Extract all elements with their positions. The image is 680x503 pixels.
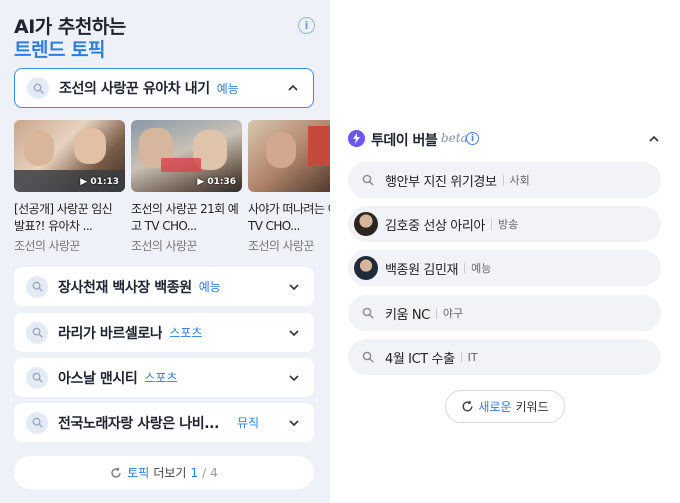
new-keyword-label: 키워드 [515, 400, 549, 414]
search-icon [26, 321, 48, 344]
topic-category: 예능 [216, 81, 239, 96]
video-title[interactable]: 사야가 떠나려는 이유 TV CHO... [248, 201, 330, 235]
page-current: 1 [190, 465, 199, 480]
keyword-category: 야구 [442, 307, 464, 320]
more-topics-button[interactable]: 토픽 더보기 1 / 4 [14, 456, 314, 489]
info-icon[interactable]: i [298, 17, 315, 34]
search-icon [362, 351, 374, 363]
video-source: 조선의 사랑꾼 [248, 239, 314, 253]
new-keyword-label-blue: 새로운 [478, 400, 512, 414]
search-icon [362, 174, 374, 186]
video-item[interactable]: ▶ 01:36 조선의 사랑꾼 21회 예고 TV CHO... 조선의 사랑꾼 [131, 120, 242, 254]
keyword-category: IT [467, 350, 478, 364]
chevron-up-icon[interactable] [287, 82, 299, 94]
refresh-icon [462, 400, 473, 412]
avatar [354, 256, 378, 280]
keyword-category: 방송 [497, 218, 519, 231]
keyword-item[interactable]: 백종원 김민재 예능 [348, 250, 661, 286]
chevron-down-icon[interactable] [288, 327, 300, 339]
today-bubble-panel: 투데이 버블 beta i 행안부 지진 위기경보 사회 김호중 선상 아리아 … [330, 0, 680, 503]
topic-title: 장사천재 백사장 백종원 [58, 279, 192, 296]
divider [435, 307, 437, 319]
keyword-text: 키움 NC [385, 307, 430, 323]
beta-label: beta [441, 131, 468, 145]
bubble-title: 투데이 버블 [371, 133, 438, 149]
video-thumbnail[interactable]: ▶ 01:36 [131, 120, 242, 192]
avatar [354, 212, 378, 236]
video-thumbnail[interactable] [248, 120, 330, 192]
search-icon [27, 77, 49, 99]
video-source: 조선의 사랑꾼 [131, 239, 197, 253]
keyword-text: 백종원 김민재 [385, 262, 459, 278]
keyword-item[interactable]: 4월 ICT 수출 IT [348, 339, 661, 375]
keyword-category: 사회 [509, 174, 530, 187]
video-item[interactable]: ▶ 01:13 [선공개] 사랑꾼 임신 발표?! 유아차 ... 조선의 사랑… [14, 120, 125, 254]
chevron-down-icon[interactable] [288, 281, 300, 293]
keyword-text: 김호중 선상 아리아 [385, 218, 485, 234]
search-icon [26, 275, 48, 298]
page-total: 4 [210, 465, 218, 480]
lightning-icon [348, 130, 365, 147]
keyword-text: 4월 ICT 수출 [385, 351, 455, 367]
search-icon [26, 366, 48, 389]
topic-card[interactable]: 전국노래자랑 사랑은 나비... 뮤직 [14, 403, 314, 442]
new-keyword-button[interactable]: 새로운 키워드 [445, 390, 565, 423]
page-separator: / [202, 465, 207, 480]
topic-category: 스포츠 [169, 326, 203, 340]
chevron-down-icon[interactable] [288, 372, 300, 384]
more-label: 더보기 [153, 466, 187, 480]
topic-title: 전국노래자랑 사랑은 나비... [58, 415, 219, 432]
topic-category: 예능 [198, 280, 221, 294]
topic-card-expanded[interactable]: 조선의 사랑꾼 유아차 내기 예능 [14, 68, 314, 108]
chevron-down-icon[interactable] [288, 417, 300, 429]
info-icon[interactable]: i [466, 132, 479, 145]
video-title[interactable]: 조선의 사랑꾼 21회 예고 TV CHO... [131, 201, 242, 235]
keyword-category: 예능 [471, 262, 492, 275]
chevron-up-icon[interactable] [648, 133, 660, 145]
topic-title: 조선의 사랑꾼 유아차 내기 [59, 81, 210, 97]
search-icon [26, 411, 48, 434]
video-duration: ▶ 01:36 [197, 177, 236, 187]
topic-card[interactable]: 아스날 맨시티 스포츠 [14, 358, 314, 397]
divider [460, 351, 462, 363]
topic-category: 스포츠 [144, 371, 178, 385]
topic-card[interactable]: 장사천재 백사장 백종원 예능 [14, 267, 314, 306]
keyword-text: 행안부 지진 위기경보 [385, 174, 497, 190]
divider [464, 262, 466, 274]
more-topic-label: 토픽 [127, 466, 150, 480]
trend-topic-panel: AI가 추천하는 트렌드 토픽 i 조선의 사랑꾼 유아차 내기 예능 ▶ 01… [0, 0, 330, 503]
video-source: 조선의 사랑꾼 [14, 239, 80, 253]
divider [502, 174, 504, 186]
topic-card[interactable]: 라리가 바르셀로나 스포츠 [14, 313, 314, 352]
video-item[interactable]: 사야가 떠나려는 이유 TV CHO... 조선의 사랑꾼 [248, 120, 330, 254]
topic-category: 뮤직 [236, 416, 260, 430]
divider [490, 218, 492, 230]
keyword-item[interactable]: 김호중 선상 아리아 방송 [348, 206, 661, 242]
refresh-icon [111, 467, 121, 478]
keyword-item[interactable]: 키움 NC 야구 [348, 295, 661, 331]
keyword-item[interactable]: 행안부 지진 위기경보 사회 [348, 162, 661, 198]
video-duration: ▶ 01:13 [80, 177, 119, 187]
search-icon [362, 307, 374, 319]
panel-title-line2: 트렌드 토픽 [14, 39, 106, 61]
topic-title: 아스날 맨시티 [58, 370, 138, 387]
video-carousel[interactable]: ▶ 01:13 [선공개] 사랑꾼 임신 발표?! 유아차 ... 조선의 사랑… [14, 120, 330, 260]
video-title[interactable]: [선공개] 사랑꾼 임신 발표?! 유아차 ... [14, 201, 125, 235]
video-thumbnail[interactable]: ▶ 01:13 [14, 120, 125, 192]
topic-title: 라리가 바르셀로나 [58, 325, 163, 342]
